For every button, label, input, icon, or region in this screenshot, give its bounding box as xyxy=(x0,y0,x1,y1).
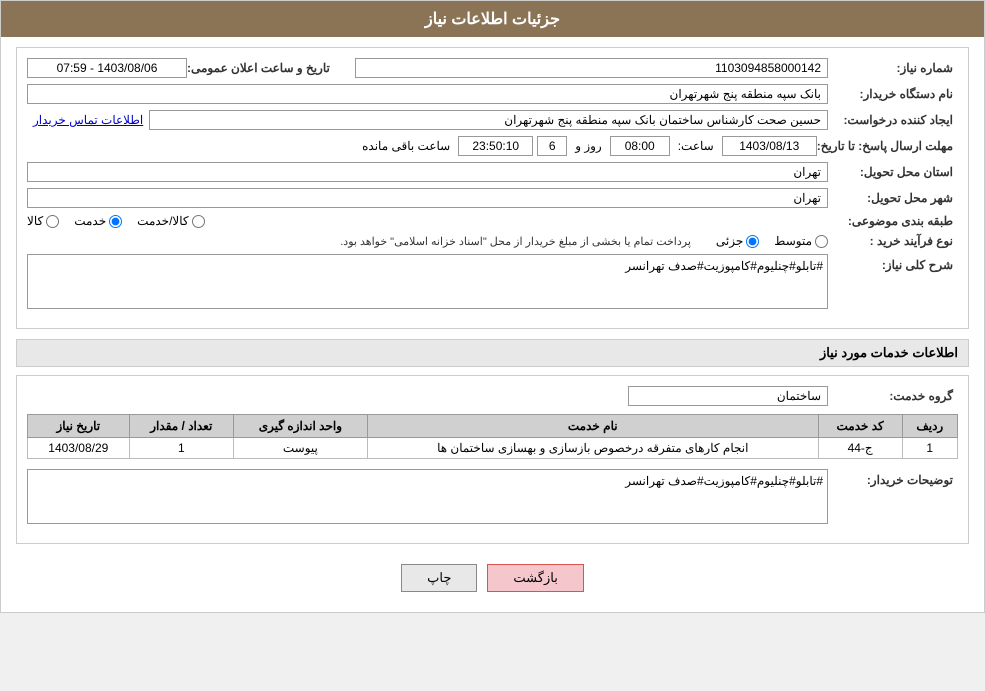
col-header-quantity: تعداد / مقدار xyxy=(129,415,233,438)
cell-name: انجام کارهای متفرقه درخصوص بازسازی و بهس… xyxy=(367,438,818,459)
cell-row-num: 1 xyxy=(902,438,957,459)
col-header-date: تاریخ نیاز xyxy=(28,415,130,438)
province-label: استان محل تحویل: xyxy=(828,165,958,179)
deadline-remaining-label: ساعت باقی مانده xyxy=(358,139,454,153)
button-row: بازگشت چاپ xyxy=(16,554,969,602)
group-value: ساختمان xyxy=(628,386,828,406)
buyer-desc-row: توضیحات خریدار: xyxy=(27,469,958,527)
process-radio-jozii[interactable] xyxy=(746,235,759,248)
category-option-kala[interactable]: کالا xyxy=(27,214,59,228)
deadline-remaining: 23:50:10 xyxy=(458,136,533,156)
province-value: تهران xyxy=(27,162,828,182)
need-number-row: شماره نیاز: 1103094858000142 تاریخ و ساع… xyxy=(27,58,958,78)
col-header-row-num: ردیف xyxy=(902,415,957,438)
main-info-section: شماره نیاز: 1103094858000142 تاریخ و ساع… xyxy=(16,47,969,329)
category-radio-group: کالا/خدمت خدمت کالا xyxy=(27,214,828,228)
process-label-jozii: جزئی xyxy=(716,234,743,248)
process-option-motavasset[interactable]: متوسط xyxy=(774,234,828,248)
category-label-kala: کالا xyxy=(27,214,43,228)
process-row: نوع فرآیند خرید : متوسط جزئی پرداخت تمام… xyxy=(27,234,958,248)
deadline-days-label: روز و xyxy=(571,139,606,153)
process-note: پرداخت تمام یا بخشی از مبلغ خریدار از مح… xyxy=(340,235,691,248)
buyer-desc-textarea[interactable] xyxy=(27,469,828,524)
print-button[interactable]: چاپ xyxy=(401,564,477,592)
category-option-kala-khedmat[interactable]: کالا/خدمت xyxy=(137,214,204,228)
city-label: شهر محل تحویل: xyxy=(828,191,958,205)
deadline-label: مهلت ارسال پاسخ: تا تاریخ: xyxy=(817,139,958,153)
category-radio-khedmat[interactable] xyxy=(109,215,122,228)
creator-label: ایجاد کننده درخواست: xyxy=(828,113,958,127)
creator-value: حسین صحت کارشناس ساختمان بانک سپه منطقه … xyxy=(149,110,828,130)
col-header-unit: واحد اندازه گیری xyxy=(233,415,367,438)
need-number-value: 1103094858000142 xyxy=(355,58,828,78)
category-option-khedmat[interactable]: خدمت xyxy=(74,214,122,228)
cell-code: ج-44 xyxy=(818,438,902,459)
category-label-khedmat: خدمت xyxy=(74,214,106,228)
category-radio-kala[interactable] xyxy=(46,215,59,228)
col-header-code: کد خدمت xyxy=(818,415,902,438)
need-desc-label: شرح کلی نیاز: xyxy=(828,254,958,272)
need-number-label: شماره نیاز: xyxy=(828,61,958,75)
deadline-row: مهلت ارسال پاسخ: تا تاریخ: 1403/08/13 سا… xyxy=(27,136,958,156)
back-button[interactable]: بازگشت xyxy=(487,564,583,592)
cell-quantity: 1 xyxy=(129,438,233,459)
page-title: جزئیات اطلاعات نیاز xyxy=(1,1,984,37)
process-label-motavasset: متوسط xyxy=(774,234,812,248)
table-row: 1 ج-44 انجام کارهای متفرقه درخصوص بازساز… xyxy=(28,438,958,459)
deadline-time-label: ساعت: xyxy=(674,139,718,153)
col-header-name: نام خدمت xyxy=(367,415,818,438)
category-label: طبقه بندی موضوعی: xyxy=(828,214,958,228)
group-row: گروه خدمت: ساختمان xyxy=(27,386,958,406)
services-section-title: اطلاعات خدمات مورد نیاز xyxy=(16,339,969,367)
cell-date: 1403/08/29 xyxy=(28,438,130,459)
org-name-row: نام دستگاه خریدار: بانک سپه منطقه پنج شه… xyxy=(27,84,958,104)
category-row: طبقه بندی موضوعی: کالا/خدمت خدمت کالا xyxy=(27,214,958,228)
org-name-value: بانک سپه منطقه پنج شهرتهران xyxy=(27,84,828,104)
category-radio-kala-khedmat[interactable] xyxy=(192,215,205,228)
creator-row: ایجاد کننده درخواست: حسین صحت کارشناس سا… xyxy=(27,110,958,130)
deadline-date: 1403/08/13 xyxy=(722,136,817,156)
process-radio-motavasset[interactable] xyxy=(815,235,828,248)
buyer-desc-label: توضیحات خریدار: xyxy=(828,469,958,487)
deadline-days: 6 xyxy=(537,136,567,156)
pub-date-value: 1403/08/06 - 07:59 xyxy=(27,58,187,78)
need-desc-row: شرح کلی نیاز: xyxy=(27,254,958,312)
services-section: گروه خدمت: ساختمان ردیف کد خدمت نام خدمت… xyxy=(16,375,969,544)
province-row: استان محل تحویل: تهران xyxy=(27,162,958,182)
group-label: گروه خدمت: xyxy=(828,389,958,403)
city-row: شهر محل تحویل: تهران xyxy=(27,188,958,208)
category-label-kala-khedmat: کالا/خدمت xyxy=(137,214,188,228)
contact-link[interactable]: اطلاعات تماس خریدار xyxy=(27,113,149,127)
cell-unit: پیوست xyxy=(233,438,367,459)
process-label: نوع فرآیند خرید : xyxy=(828,234,958,248)
process-option-jozii[interactable]: جزئی xyxy=(716,234,759,248)
need-desc-textarea[interactable] xyxy=(27,254,828,309)
org-name-label: نام دستگاه خریدار: xyxy=(828,87,958,101)
services-table: ردیف کد خدمت نام خدمت واحد اندازه گیری ت… xyxy=(27,414,958,459)
deadline-time: 08:00 xyxy=(610,136,670,156)
pub-date-label: تاریخ و ساعت اعلان عمومی: xyxy=(187,61,335,75)
city-value: تهران xyxy=(27,188,828,208)
